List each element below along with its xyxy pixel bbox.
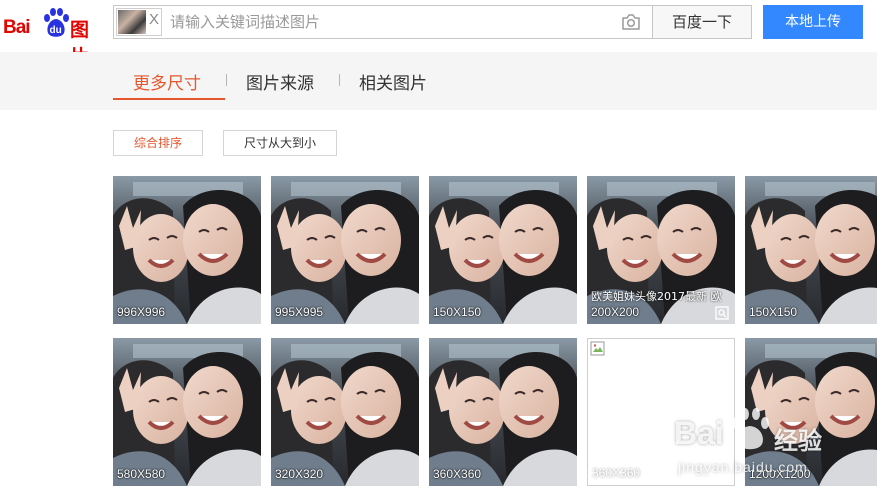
tab-image-source[interactable]: 图片来源 xyxy=(246,69,314,94)
search-input[interactable] xyxy=(170,6,610,38)
image-size-label: 360X360 xyxy=(592,466,641,480)
image-size-label: 200X200 xyxy=(591,305,640,319)
result-photo xyxy=(745,176,877,324)
broken-image-icon xyxy=(590,341,605,356)
result-image-tile-broken[interactable]: 360X360 xyxy=(587,338,735,486)
top-header: Bai du 图片 X 百度一下 本地上传 xyxy=(0,0,877,68)
result-photo xyxy=(271,338,419,486)
result-image-tile[interactable]: 360X360 xyxy=(429,338,577,486)
image-size-label: 150X150 xyxy=(749,305,798,319)
svg-text:du: du xyxy=(50,25,62,36)
local-upload-button[interactable]: 本地上传 xyxy=(763,5,863,39)
image-caption: 欧美姐妹头像2017最新 欧 xyxy=(591,290,722,303)
sort-size-desc-button[interactable]: 尺寸从大到小 xyxy=(223,130,337,156)
image-size-label: 995X995 xyxy=(275,305,324,319)
tab-divider xyxy=(339,74,340,86)
result-image-tile[interactable]: 320X320 xyxy=(271,338,419,486)
sort-comprehensive-button[interactable]: 综合排序 xyxy=(113,130,203,156)
result-tabs: 更多尺寸 图片来源 相关图片 xyxy=(0,52,877,110)
image-size-label: 1200X1200 xyxy=(749,467,811,481)
result-photo xyxy=(113,338,261,486)
result-photo xyxy=(271,176,419,324)
image-size-label: 580X580 xyxy=(117,467,166,481)
image-size-label: 996X996 xyxy=(117,305,166,319)
tab-more-sizes[interactable]: 更多尺寸 xyxy=(133,69,201,94)
tab-related-images[interactable]: 相关图片 xyxy=(359,69,427,94)
search-box: X xyxy=(113,5,653,39)
result-image-tile[interactable]: 150X150 xyxy=(745,176,877,324)
result-image-tile[interactable]: 995X995 xyxy=(271,176,419,324)
result-photo xyxy=(113,176,261,324)
result-photo xyxy=(429,176,577,324)
query-image-thumbnail[interactable]: X xyxy=(116,8,162,36)
image-size-label: 320X320 xyxy=(275,467,324,481)
search-button[interactable]: 百度一下 xyxy=(652,5,752,39)
camera-search-icon[interactable] xyxy=(621,13,641,31)
zoom-icon[interactable] xyxy=(715,306,729,320)
image-size-label: 360X360 xyxy=(433,467,482,481)
active-tab-indicator xyxy=(113,98,225,100)
result-image-tile[interactable]: 996X996 xyxy=(113,176,261,324)
result-image-tile-hovered[interactable]: 欧美姐妹头像2017最新 欧 200X200 xyxy=(587,176,735,324)
result-photo xyxy=(429,338,577,486)
result-photo xyxy=(745,338,877,486)
image-size-label: 150X150 xyxy=(433,305,482,319)
paw-icon: du xyxy=(44,8,69,37)
result-image-tile[interactable]: 580X580 xyxy=(113,338,261,486)
remove-image-button[interactable]: X xyxy=(149,11,159,28)
query-image xyxy=(118,10,146,34)
logo-text: Bai xyxy=(3,17,31,38)
result-image-tile[interactable]: 1200X1200 xyxy=(745,338,877,486)
result-image-tile[interactable]: 150X150 xyxy=(429,176,577,324)
tab-divider xyxy=(226,74,227,86)
baidu-image-logo[interactable]: Bai du 图片 xyxy=(3,6,107,68)
